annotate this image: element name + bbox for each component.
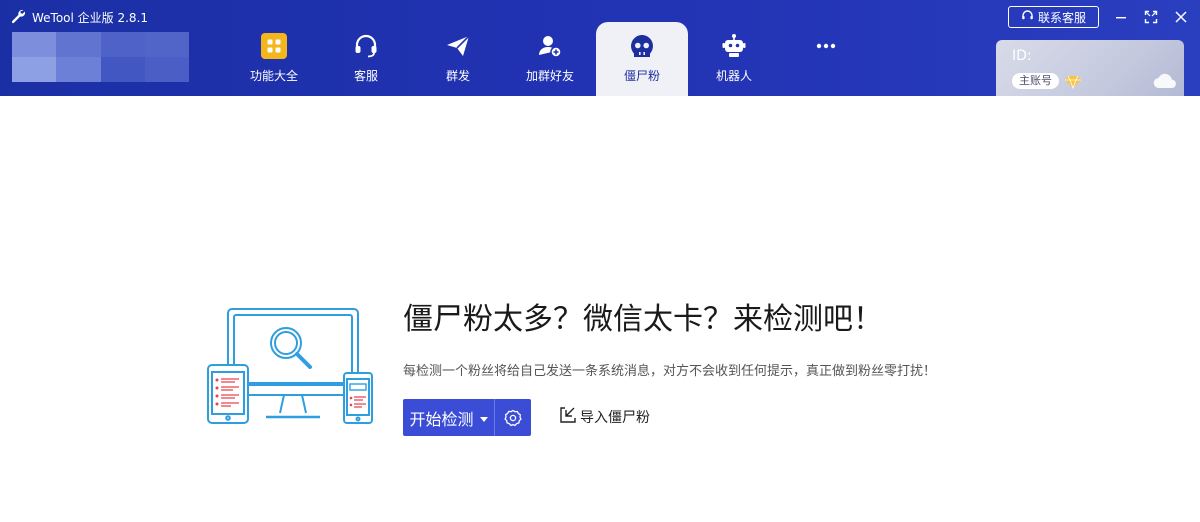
app-title-text: WeTool 企业版 2.8.1 [32, 10, 149, 25]
start-detection-label: 开始检测 [409, 409, 474, 429]
support-icon [1021, 9, 1034, 25]
gear-icon [504, 409, 522, 426]
import-zombie-fans-label: 导入僵尸粉 [580, 410, 650, 426]
paper-plane-icon [444, 32, 472, 60]
wrench-icon [10, 8, 26, 27]
detection-settings-button[interactable] [495, 399, 531, 436]
main-nav: 功能大全 客服 群发 加群好友 僵尸粉 机器人 [228, 22, 872, 96]
tab-label: 僵尸粉 [623, 69, 660, 83]
minimize-icon [1116, 17, 1126, 19]
account-id-label: ID: [1012, 48, 1032, 64]
tab-label: 群发 [445, 69, 470, 83]
main-account-badge: 主账号 [1012, 73, 1059, 89]
add-user-icon [536, 32, 564, 60]
account-panel[interactable]: ID: 主账号 [996, 40, 1184, 96]
close-icon [1175, 11, 1187, 23]
headset-icon [352, 32, 380, 60]
import-arrow-icon [558, 405, 578, 429]
contact-support-button[interactable]: 联系客服 [1008, 6, 1099, 28]
cloud-icon [1152, 70, 1178, 90]
tab-more[interactable] [780, 22, 872, 96]
tab-label: 加群好友 [525, 69, 574, 83]
tab-label: 客服 [353, 69, 378, 83]
maximize-icon [1144, 10, 1158, 24]
page-headline: 僵尸粉太多？微信太卡？来检测吧！ [403, 302, 883, 337]
app-title: WeTool 企业版 2.8.1 [10, 7, 148, 27]
avatar[interactable] [12, 32, 189, 82]
page-description: 每检测一个粉丝将给自己发送一条系统消息，对方不会收到任何提示，真正做到粉丝零打扰… [403, 364, 937, 379]
robot-icon [720, 32, 748, 60]
diamond-icon [1065, 73, 1081, 90]
tab-label: 功能大全 [249, 69, 298, 83]
close-button[interactable] [1170, 6, 1192, 28]
start-detection-main[interactable]: 开始检测 [403, 399, 495, 436]
tab-customer-service[interactable]: 客服 [320, 22, 412, 96]
maximize-button[interactable] [1140, 6, 1162, 28]
tab-label: 机器人 [715, 69, 752, 83]
more-icon [812, 32, 840, 60]
tab-broadcast[interactable]: 群发 [412, 22, 504, 96]
minimize-button[interactable] [1110, 6, 1132, 28]
tab-zombie-fans[interactable]: 僵尸粉 [596, 22, 688, 96]
skull-icon [628, 32, 656, 60]
start-detection-button[interactable]: 开始检测 [403, 399, 531, 436]
device-illustration [206, 307, 374, 425]
tab-add-group-friends[interactable]: 加群好友 [504, 22, 596, 96]
contact-support-label: 联系客服 [1037, 10, 1086, 25]
grid-icon [260, 32, 288, 60]
caret-down-icon [479, 408, 488, 427]
tab-robot[interactable]: 机器人 [688, 22, 780, 96]
tab-features[interactable]: 功能大全 [228, 22, 320, 96]
title-bar: WeTool 企业版 2.8.1 功能大全 客服 群发 加群好友 僵尸粉 机器人… [0, 0, 1200, 96]
import-zombie-fans-button[interactable]: 导入僵尸粉 [558, 405, 650, 429]
